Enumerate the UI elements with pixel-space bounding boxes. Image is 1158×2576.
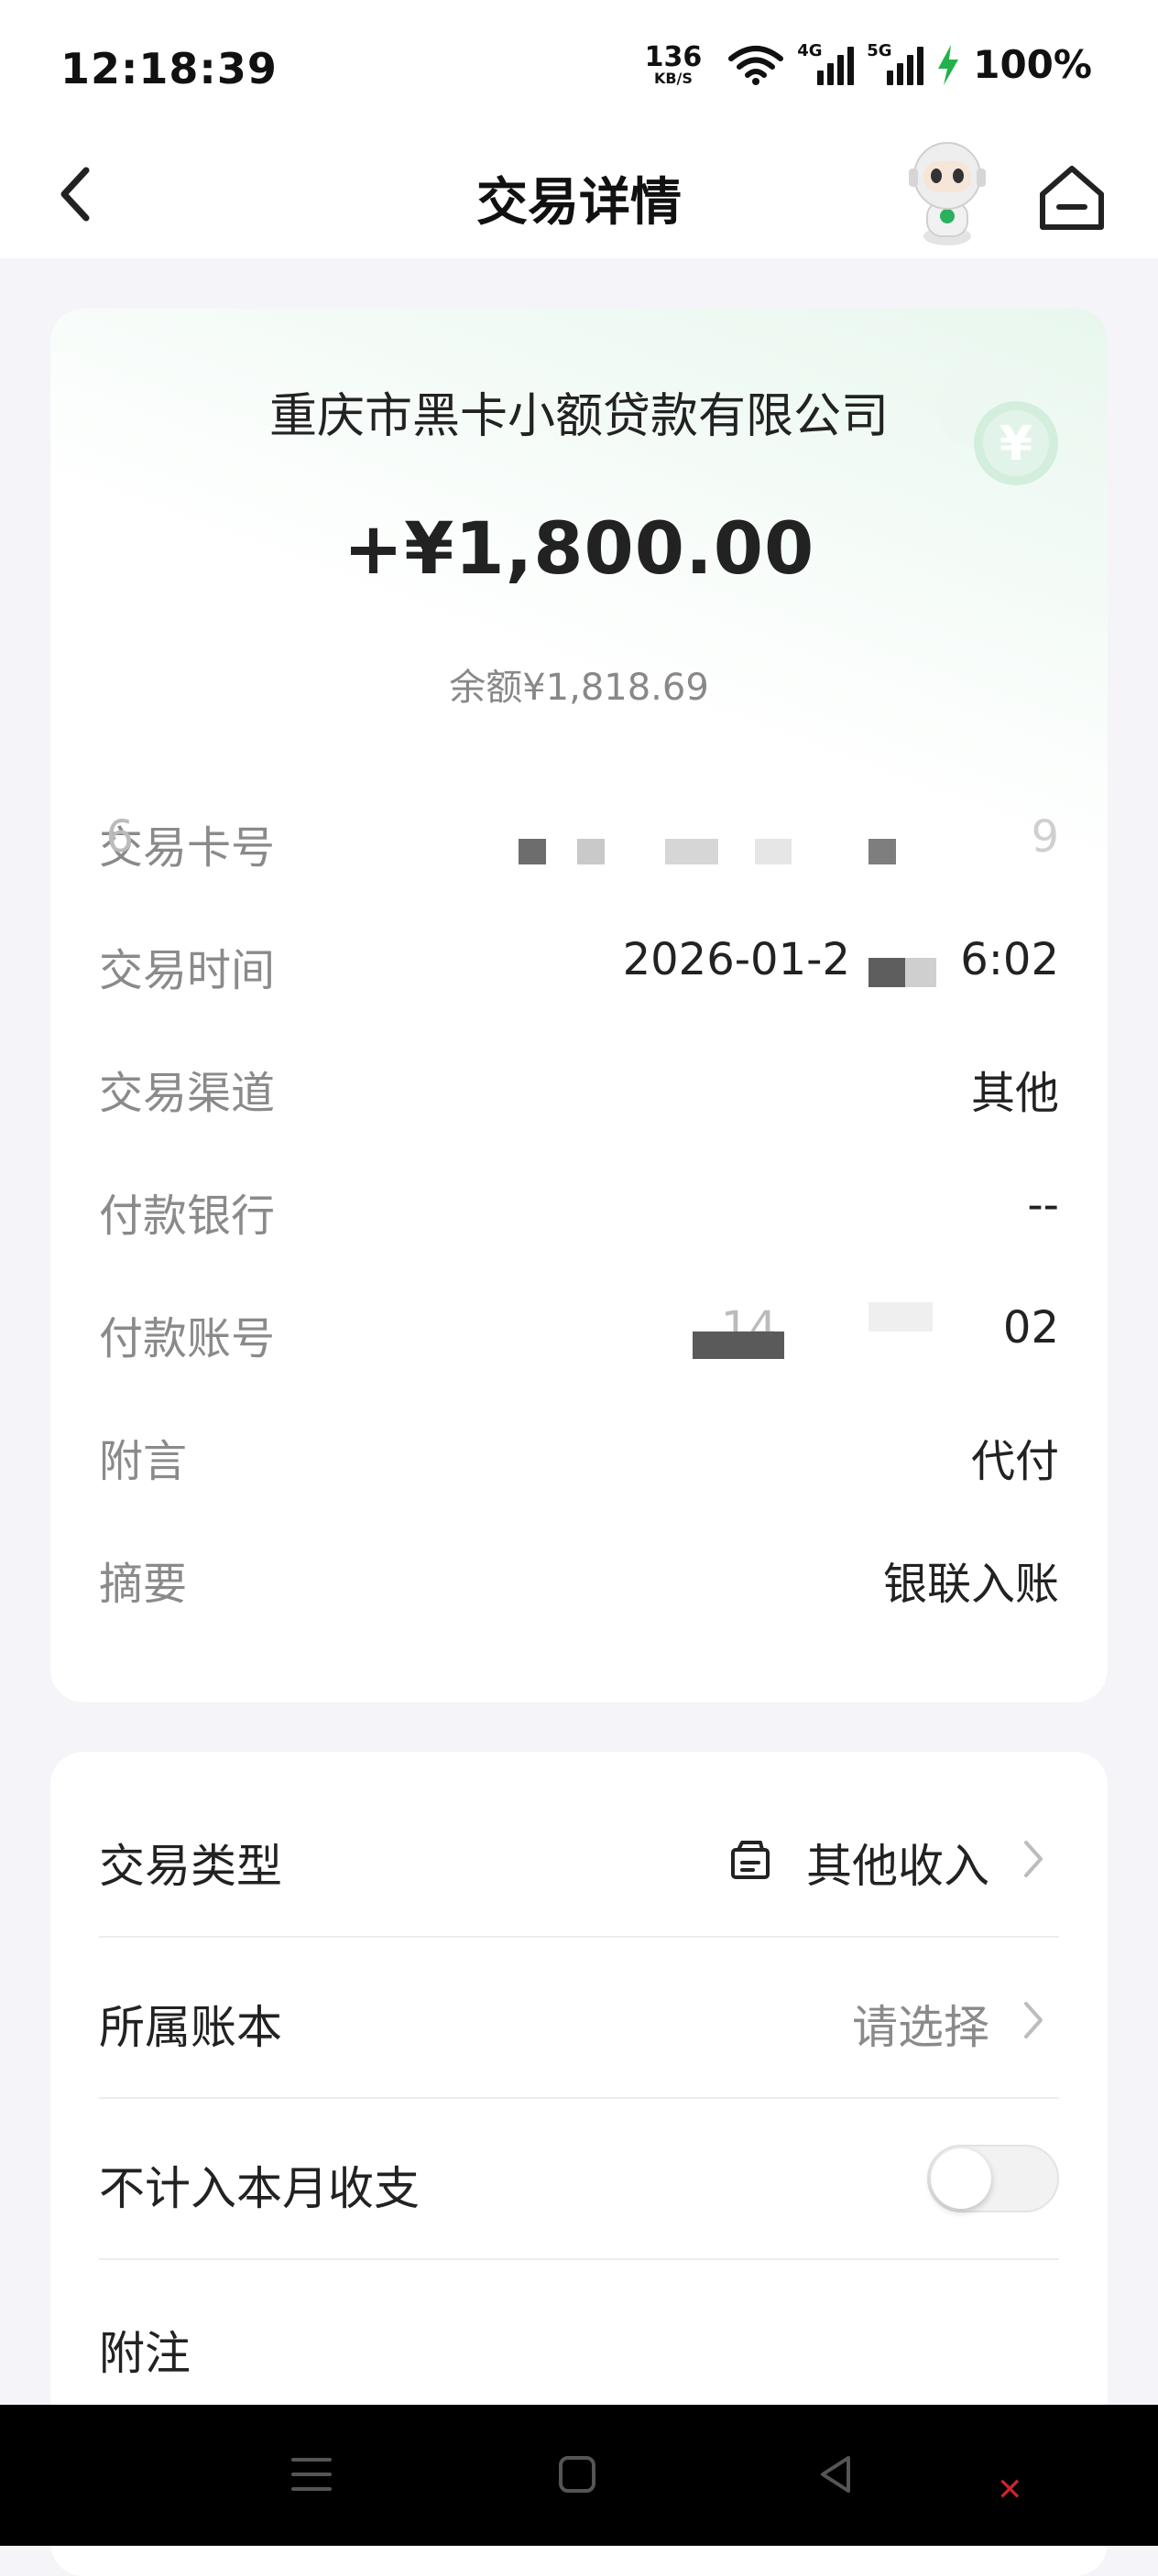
detail-row-payer-account: 付款账号 14 02 bbox=[99, 1302, 1059, 1366]
redaction-mask bbox=[755, 839, 792, 864]
network-speed-unit: KB/S bbox=[653, 69, 693, 87]
summary-value: 银联入账 bbox=[882, 1559, 1059, 1610]
exclude-month-row: 不计入本月收支 bbox=[99, 2097, 1059, 2260]
ledger-value: 请选择 bbox=[852, 2001, 989, 2054]
channel-value: 其他 bbox=[970, 1068, 1059, 1119]
back-triangle-icon[interactable] bbox=[810, 2447, 865, 2502]
ledger-row[interactable]: 所属账本 请选择 bbox=[99, 1936, 1059, 2099]
transaction-type-value: 其他收入 bbox=[806, 1840, 989, 1893]
counterparty-name: 重庆市黑卡小额贷款有限公司 bbox=[268, 389, 889, 444]
watermark-x-icon: ✕ bbox=[997, 2472, 1023, 2508]
toggle-knob bbox=[931, 2148, 991, 2209]
exclude-month-toggle[interactable] bbox=[927, 2145, 1059, 2212]
transaction-amount: +¥1,800.00 bbox=[343, 508, 815, 591]
note-label[interactable]: 附注 bbox=[99, 2317, 191, 2383]
exclude-month-label: 不计入本月收支 bbox=[99, 2162, 420, 2215]
battery-percentage: 100% bbox=[973, 42, 1092, 87]
detail-row-card-number: 交易卡号 6 9 bbox=[99, 811, 1059, 875]
chevron-right-icon bbox=[1024, 2002, 1043, 2038]
card-number-tail: 9 bbox=[1031, 811, 1059, 863]
wallet-category-icon bbox=[731, 1841, 770, 1879]
detail-row-payer-bank: 付款银行 -- bbox=[99, 1179, 1059, 1244]
payer-bank-value: -- bbox=[1027, 1179, 1059, 1231]
status-time: 12:18:39 bbox=[60, 44, 278, 93]
status-bar: 12:18:39 136 KB/S 4G 5G 100% bbox=[0, 0, 1158, 137]
chevron-right-icon bbox=[1024, 1841, 1043, 1877]
redaction-mask bbox=[868, 1302, 933, 1331]
detail-row-time: 交易时间 2026-01-2 6:02 bbox=[99, 934, 1059, 998]
redaction-mask bbox=[665, 839, 718, 864]
channel-label: 交易渠道 bbox=[99, 1068, 276, 1119]
signal-sim2-icon: 5G bbox=[867, 41, 924, 85]
redaction-mask bbox=[868, 958, 905, 987]
transaction-type-row[interactable]: 交易类型 其他收入 bbox=[99, 1775, 1059, 1938]
network-speed: 136 KB/S bbox=[644, 40, 703, 87]
payer-account-label: 付款账号 bbox=[99, 1313, 276, 1364]
account-balance: 余额¥1,818.69 bbox=[449, 667, 709, 709]
home-square-icon[interactable] bbox=[550, 2447, 605, 2502]
home-icon[interactable] bbox=[1033, 159, 1110, 236]
redaction-mask bbox=[577, 839, 605, 864]
charging-bolt-icon bbox=[938, 44, 959, 85]
time-label: 交易时间 bbox=[99, 945, 276, 996]
remark-value: 代付 bbox=[970, 1436, 1059, 1487]
redaction-mask bbox=[519, 839, 546, 864]
redaction-mask bbox=[868, 839, 896, 864]
detail-row-summary: 摘要 银联入账 bbox=[99, 1548, 1059, 1612]
detail-row-channel: 交易渠道 其他 bbox=[99, 1057, 1059, 1121]
redaction-mask bbox=[905, 958, 936, 987]
card-number-head: 6 bbox=[105, 811, 134, 863]
network-speed-value: 136 bbox=[644, 40, 703, 73]
payer-account-tail: 02 bbox=[1002, 1302, 1059, 1353]
summary-label: 摘要 bbox=[99, 1559, 188, 1610]
time-value-tail: 6:02 bbox=[960, 934, 1059, 985]
remark-label: 附言 bbox=[99, 1436, 188, 1487]
navigation-bar: 交易详情 bbox=[0, 137, 1158, 258]
payer-bank-label: 付款银行 bbox=[99, 1190, 276, 1242]
wifi-icon bbox=[728, 45, 784, 85]
signal-sim1-icon: 4G bbox=[797, 41, 855, 85]
ledger-label: 所属账本 bbox=[99, 2001, 282, 2054]
watermark-logo: ✕ bbox=[997, 2474, 1023, 2505]
sim1-label: 4G bbox=[797, 40, 823, 60]
redaction-mask bbox=[693, 1331, 784, 1359]
robot-mascot-icon[interactable] bbox=[896, 137, 999, 247]
time-value-head: 2026-01-2 bbox=[622, 934, 850, 985]
detail-row-remark: 附言 代付 bbox=[99, 1425, 1059, 1489]
status-icons: 136 KB/S 4G 5G 100% bbox=[644, 40, 1092, 88]
sim2-label: 5G bbox=[867, 40, 892, 60]
transaction-type-label: 交易类型 bbox=[99, 1840, 282, 1893]
menu-icon[interactable] bbox=[284, 2447, 339, 2502]
system-navigation-bar: ✕ bbox=[0, 2405, 1158, 2546]
